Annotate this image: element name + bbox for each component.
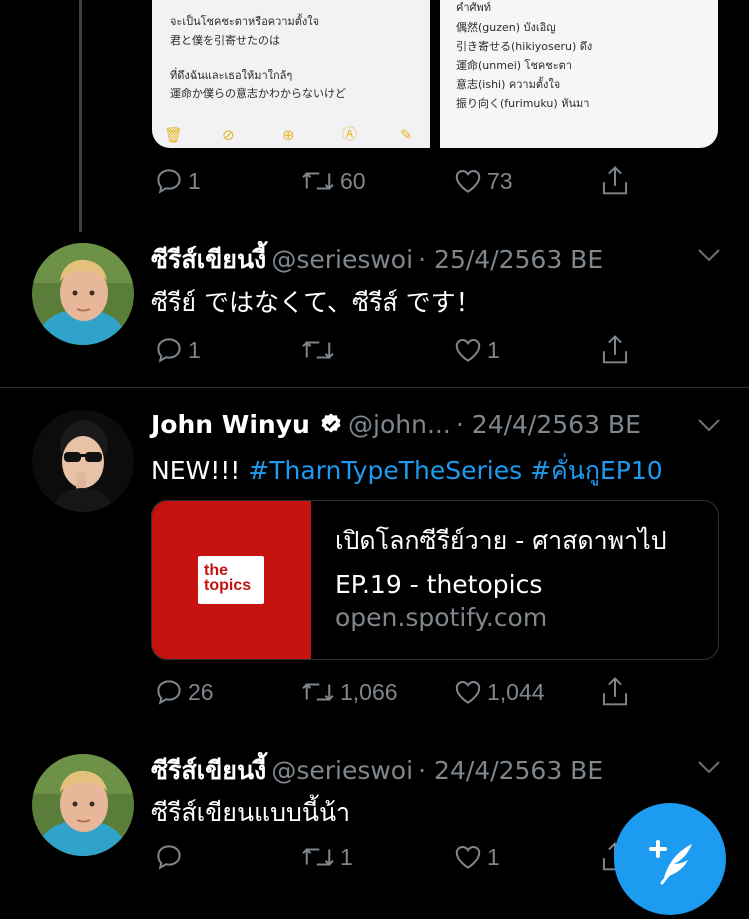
reply-button[interactable]: 1 <box>154 335 201 365</box>
retweet-button[interactable]: 60 <box>300 166 366 196</box>
display-name[interactable]: ซีรีส์เขียนงี้ <box>151 245 266 274</box>
hashtag-link[interactable]: #TharnTypeTheSeries <box>248 456 522 485</box>
reply-button[interactable] <box>154 842 188 872</box>
retweet-icon <box>302 341 334 359</box>
chevron-down-icon[interactable] <box>696 416 722 438</box>
reply-count: 1 <box>188 336 201 363</box>
share-button[interactable] <box>600 165 630 197</box>
timestamp[interactable]: · 25/4/2563 BE <box>418 245 603 274</box>
like-button[interactable]: 1 <box>453 335 500 365</box>
like-button[interactable]: 1 <box>453 842 500 872</box>
link-title: เปิดโลกซีรีย์วาย - ศาสดาพาไป EP.19 - the… <box>335 526 667 599</box>
checklist-icon: ⊘ <box>222 126 235 144</box>
timestamp[interactable]: · 24/4/2563 BE <box>418 756 603 785</box>
handle[interactable]: @john... <box>348 410 451 439</box>
tweet-divider <box>0 387 749 388</box>
share-button[interactable] <box>600 676 630 708</box>
compose-icon: ✎ <box>400 126 413 144</box>
display-name[interactable]: ซีรีส์เขียนงี้ <box>151 756 266 785</box>
trash-icon: 🗑 <box>164 126 184 144</box>
reply-count: 26 <box>188 678 214 705</box>
image-text-line: 引き寄せる(hikiyoseru) ดึง <box>456 40 593 53</box>
display-name[interactable]: John Winyu <box>151 410 310 439</box>
verified-badge-icon <box>319 412 343 440</box>
tweet-text-prefix: NEW!!! <box>151 456 241 485</box>
retweet-button[interactable] <box>300 335 340 365</box>
avatar[interactable] <box>32 243 134 345</box>
thetopics-logo: the topics <box>198 556 264 604</box>
image-text-line: 運命(unmei) โชคชะตา <box>456 59 572 72</box>
tweet-text: NEW!!! #TharnTypeTheSeries #คั่นกูEP10 <box>151 451 663 491</box>
image-text-line: 意志(ishi) ความตั้งใจ <box>456 78 561 91</box>
notes-toolbar: 🗑 ⊘ ⊕ Ⓐ ✎ <box>152 118 430 148</box>
heart-icon <box>455 169 481 193</box>
handle[interactable]: @serieswoi <box>271 245 413 274</box>
tweet-header: ซีรีส์เขียนงี้ @serieswoi · 24/4/2563 BE <box>151 751 603 791</box>
retweet-icon <box>302 683 334 701</box>
heart-icon <box>455 845 481 869</box>
heart-icon <box>455 680 481 704</box>
retweet-count: 60 <box>340 167 366 194</box>
heart-icon <box>455 338 481 362</box>
compose-tweet-button[interactable] <box>614 803 726 915</box>
share-icon <box>602 335 628 364</box>
tweet-text: ซีรีส์เขียนแบบนี้น้า <box>151 798 351 827</box>
hashtag-link[interactable]: #คั่นกูEP10 <box>530 456 663 485</box>
like-button[interactable]: 73 <box>453 166 513 196</box>
image-text-line: 君と僕を引寄せたのは <box>170 34 280 47</box>
compose-feather-icon <box>649 840 692 885</box>
avatar[interactable] <box>32 410 134 512</box>
retweet-button[interactable]: 1 <box>300 842 353 872</box>
image-text-line: จะเป็นโชคชะตาหรือความตั้งใจ <box>170 15 320 28</box>
tweet-text: ซีรีย์ ではなくて、ซีรีส์ です！ <box>151 288 481 317</box>
add-icon: ⊕ <box>282 126 295 144</box>
image-text-line: คำศัพท์ <box>456 1 492 14</box>
reply-icon <box>157 680 181 705</box>
chevron-down-icon[interactable] <box>696 758 722 780</box>
chevron-down-icon[interactable] <box>696 246 722 268</box>
link-preview-card[interactable]: the topics เปิดโลกซีรีย์วาย - ศาสดาพาไป … <box>151 500 719 660</box>
like-count: 1 <box>487 336 500 363</box>
like-count: 1,044 <box>487 678 545 705</box>
reply-icon <box>157 169 181 194</box>
like-count: 1 <box>487 843 500 870</box>
like-button[interactable]: 1,044 <box>453 677 545 707</box>
link-domain: open.spotify.com <box>335 603 548 632</box>
tweet-header: John Winyu @john... · 24/4/2563 BE <box>151 410 641 440</box>
image-text-line: 偶然(guzen) บังเอิญ <box>456 21 556 34</box>
reply-icon <box>157 338 181 363</box>
reply-count: 1 <box>188 167 201 194</box>
tweet-image-vocabulary[interactable]: คำศัพท์ 偶然(guzen) บังเอิญ 引き寄せる(hikiyose… <box>440 0 718 148</box>
retweet-count: 1,066 <box>340 678 398 705</box>
retweet-icon <box>302 172 334 190</box>
retweet-button[interactable]: 1,066 <box>300 677 398 707</box>
image-text-line: ที่ดึงฉันและเธอให้มาใกล้ๆ <box>170 69 293 82</box>
reply-icon <box>157 845 181 870</box>
retweet-count: 1 <box>340 843 353 870</box>
link-thumbnail: the topics <box>152 501 311 659</box>
like-count: 73 <box>487 167 513 194</box>
reply-button[interactable]: 1 <box>154 166 201 196</box>
share-icon <box>602 166 628 195</box>
handle[interactable]: @serieswoi <box>271 756 413 785</box>
avatar[interactable] <box>32 754 134 856</box>
image-text-line: 振り向く(furimuku) หันมา <box>456 97 590 110</box>
retweet-icon <box>302 848 334 866</box>
reply-button[interactable]: 26 <box>154 677 214 707</box>
tweet-image-lyrics[interactable]: จะเป็นโชคชะตาหรือความตั้งใจ 君と僕を引寄せたのは ท… <box>152 0 430 148</box>
thread-line <box>79 0 82 232</box>
timestamp[interactable]: · 24/4/2563 BE <box>456 410 641 439</box>
markup-icon: Ⓐ <box>342 125 358 143</box>
share-icon <box>602 677 628 706</box>
tweet-header: ซีรีส์เขียนงี้ @serieswoi · 25/4/2563 BE <box>151 240 603 280</box>
image-text-line: 運命か僕らの意志かわからないけど <box>170 87 346 100</box>
share-button[interactable] <box>600 334 630 366</box>
